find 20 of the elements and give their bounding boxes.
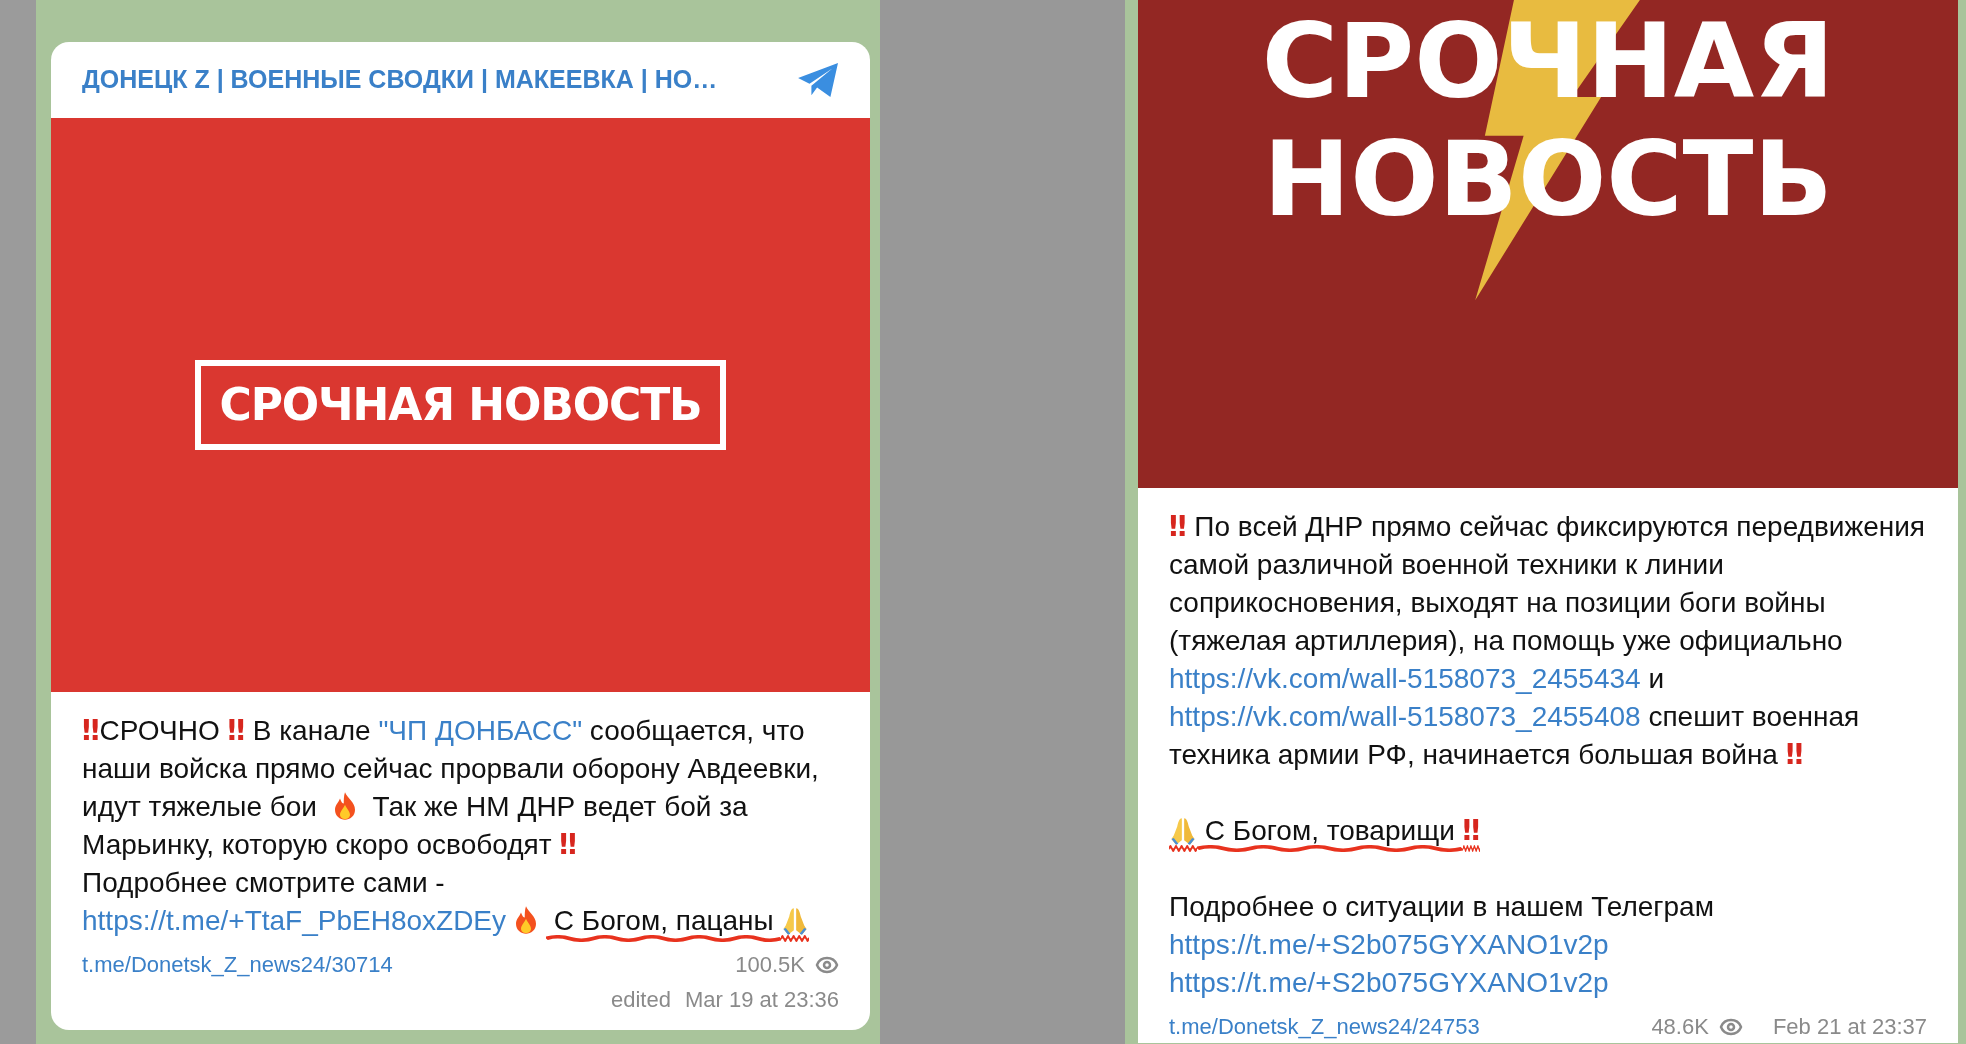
praying-hands-icon [1169,816,1197,846]
link[interactable]: https://vk.com/wall-5158073_2455434 [1169,663,1641,694]
post-date: Feb 21 at 23:37 [1772,1013,1927,1041]
post-text: ‼ По всей ДНР прямо сейчас фиксируются передвижения самой различной военной техники к линии соприкосновения, выходят на позиции боги войны (тяжелая артиллерия), на помощь уже официально https://vk.com/wall-5158073_2455434 и https://vk.com/wall-5158073_2455408 спешит военная техника армии РФ, начинается большая война ‼ [1169,509,1926,773]
post-text: ‼СРОЧНО ‼ В канале "ЧП ДОНБАСС" сообщается, что наши войска прямо сейчас прорвали оборону Авдеевки, идут тяжелые бои Так же НМ ДНР ведет бой за Марьинку, которую скоро освободят ‼ Подробнее смотрите сами - https://t.me/+TtaF_PbEH8oxZDEy С Богом, пацаны [82,712,839,940]
post-date: Mar 19 at 23:36 [684,986,839,1014]
view-count: 48.6K [1651,1013,1709,1041]
post-link[interactable]: t.me/Donetsk_Z_news24/24753 [1169,1010,1480,1043]
link[interactable]: https://t.me/+S2b075GYXANO1v2p [1169,967,1609,998]
link[interactable]: "ЧП ДОНБАСС" [378,715,583,746]
link[interactable]: https://t.me/+S2b075GYXANO1v2p [1169,929,1609,960]
post-text: С Богом, товарищи ‼ [1169,812,1927,850]
channel-title[interactable]: ДОНЕЦК Z | ВОЕННЫЕ СВОДКИ | МАКЕЕВКА | НО… [82,61,718,99]
post-text: Подробнее о ситуации в нашем Телеграм https://t.me/+S2b075GYXANO1v2p https://t.me/+S2b075GYXANO1v2p [1169,890,1715,1000]
edited-label: edited [610,986,671,1014]
post-link[interactable]: t.me/Donetsk_Z_news24/30714 [82,948,393,981]
link[interactable]: https://t.me/+TtaF_PbEH8oxZDEy [82,905,507,936]
link[interactable]: https://vk.com/wall-5158073_2455408 [1169,701,1641,732]
banner-text: СРОЧНАЯ НОВОСТЬ [219,378,702,432]
view-count: 100.5K [735,951,805,979]
